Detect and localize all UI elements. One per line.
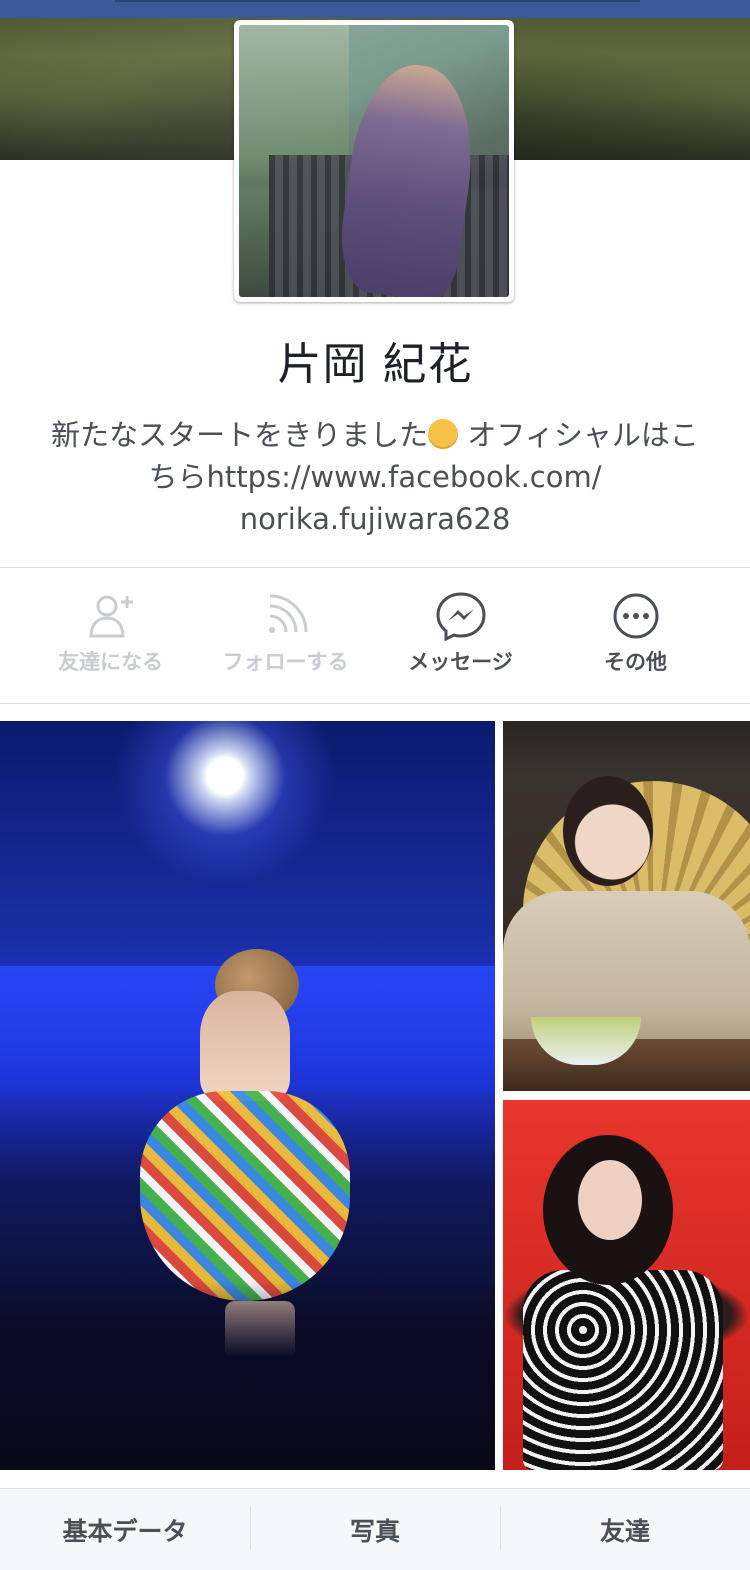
profile-tabs: 基本データ 写真 友達 xyxy=(0,1489,750,1570)
add-friend-icon xyxy=(88,595,133,638)
profile-name: 片岡 紀花 xyxy=(277,339,473,390)
more-label: その他 xyxy=(604,650,667,674)
tab-about[interactable]: 基本データ xyxy=(0,1512,250,1548)
profile-picture-image xyxy=(239,25,509,297)
profile-picture[interactable] xyxy=(234,20,514,302)
divider xyxy=(0,567,750,568)
add-friend-button[interactable]: 友達になる xyxy=(23,590,198,680)
profile-bio: 新たなスタートをきりました オフィシャルはこ ちらhttps://www.fac… xyxy=(30,414,720,540)
featured-photo-bottom-right[interactable] xyxy=(503,1100,750,1470)
smiling-face-emoji-icon xyxy=(428,419,459,449)
messenger-icon xyxy=(435,592,486,642)
featured-photo-main[interactable] xyxy=(0,721,495,1470)
more-dots-icon xyxy=(613,593,658,639)
bio-line-2[interactable]: ちらhttps://www.facebook.com/ xyxy=(148,460,601,494)
profile-actions: 友達になる フォローする メッセージ その他 xyxy=(0,590,750,680)
tab-friends[interactable]: 友達 xyxy=(500,1505,750,1550)
add-friend-label: 友達になる xyxy=(58,650,163,674)
follow-label: フォローする xyxy=(222,650,349,674)
more-button[interactable]: その他 xyxy=(548,590,723,680)
bio-line-1-after: オフィシャルはこ xyxy=(458,418,699,452)
message-label: メッセージ xyxy=(408,650,513,674)
bio-line-1: 新たなスタートをきりました xyxy=(51,418,429,452)
top-bar-strip xyxy=(115,0,640,2)
featured-photo-top-right[interactable] xyxy=(503,721,750,1091)
message-button[interactable]: メッセージ xyxy=(373,590,548,680)
follow-button[interactable]: フォローする xyxy=(198,590,373,680)
tab-photos[interactable]: 写真 xyxy=(250,1505,500,1550)
top-bar xyxy=(0,0,750,18)
follow-rss-icon xyxy=(268,594,307,633)
bio-line-3[interactable]: norika.fujiwara628 xyxy=(240,502,511,536)
